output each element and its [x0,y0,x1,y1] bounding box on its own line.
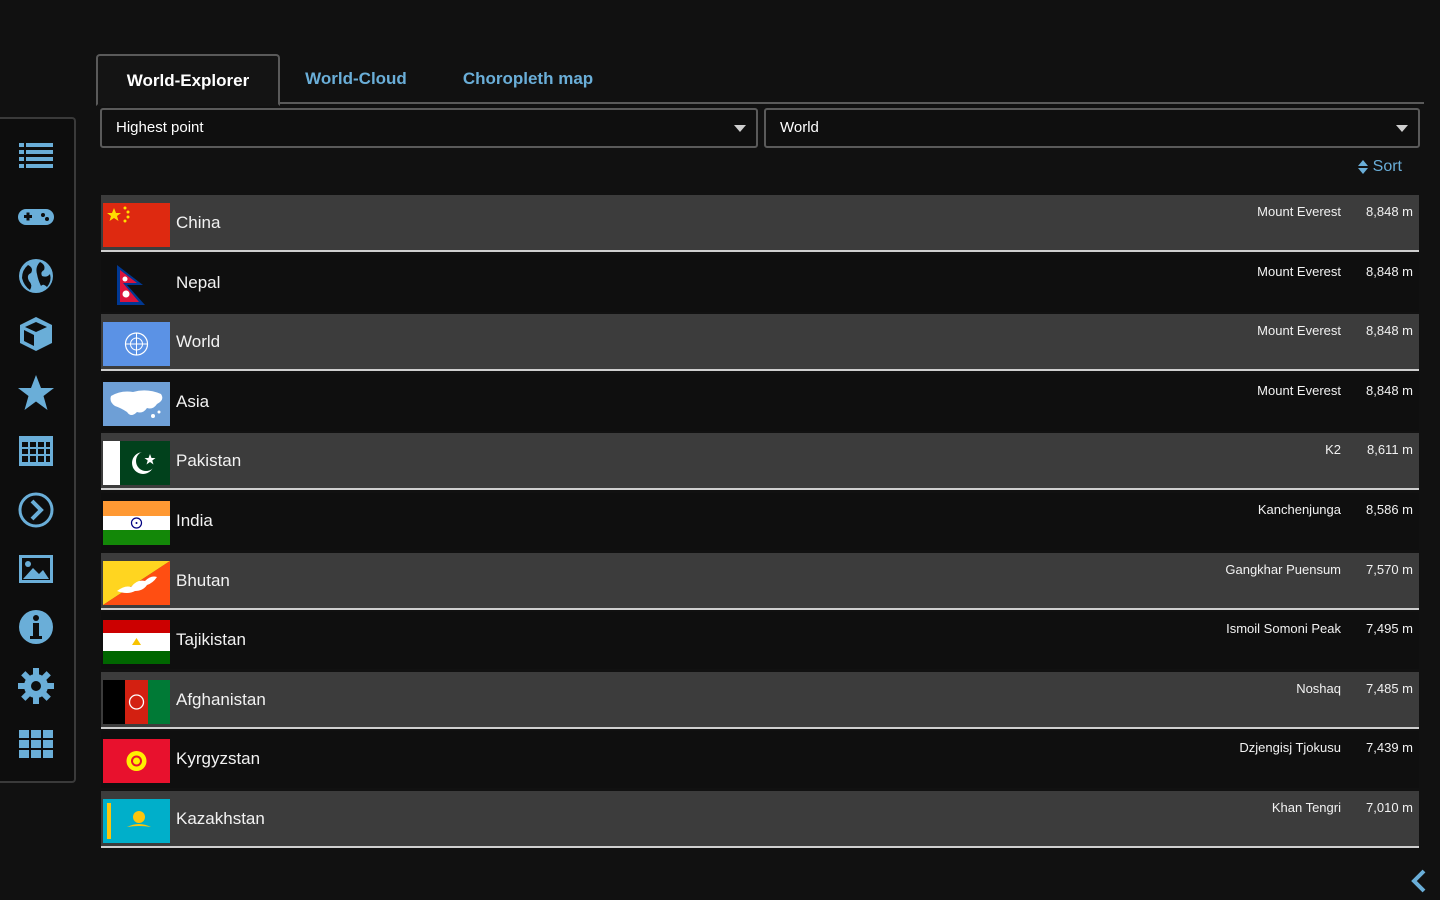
peak-name: Mount Everest [1257,382,1341,398]
sort-label: Sort [1372,158,1402,175]
bhutan-flag-icon [103,560,170,605]
peak-name: Gangkhar Puensum [1225,561,1341,577]
peak-height: 7,439 m [1366,740,1413,756]
list-item[interactable]: Nepal Mount Everest 8,848 m [101,254,1419,312]
sort-icon [1357,160,1368,174]
kyrgyzstan-flag-icon [103,739,170,784]
list-item[interactable]: India Kanchenjunga 8,586 m [101,492,1419,550]
tajikistan-flag-icon [103,620,170,665]
apps-grid-icon[interactable] [14,722,58,766]
afghanistan-flag-icon [103,679,170,724]
country-name: Nepal [176,272,221,292]
kazakhstan-flag-icon [103,798,170,843]
list-item[interactable]: China Mount Everest 8,848 m [101,195,1419,252]
list-item[interactable]: Kyrgyzstan Dzjengisj Tjokusu 7,439 m [101,731,1419,789]
sort-button[interactable]: Sort [1357,158,1402,176]
country-name: World [176,332,221,352]
peak-name: Mount Everest [1257,204,1341,219]
china-flag-icon [103,203,170,247]
peak-name: Kanchenjunga [1257,501,1341,517]
chevron-left-icon [1411,869,1426,893]
attribute-select[interactable]: Highest point [100,108,758,148]
list-item[interactable]: Pakistan K2 8,611 m [101,433,1419,491]
table-icon[interactable] [14,429,58,473]
country-name: India [176,510,213,530]
tab-choropleth-map[interactable]: Choropleth map [448,54,608,102]
country-name: Tajikistan [176,630,246,650]
region-select[interactable]: World [764,108,1420,148]
peak-name: Dzjengisj Tjokusu [1239,740,1341,756]
list-item[interactable]: Asia Mount Everest 8,848 m [101,373,1419,431]
list-item[interactable]: Afghanistan Noshaq 7,485 m [101,671,1419,729]
peak-height: 7,485 m [1366,680,1413,696]
peak-height: 8,848 m [1366,382,1413,398]
list-item[interactable]: Kazakhstan Khan Tengri 7,010 m [101,790,1419,848]
tab-world-explorer[interactable]: World-Explorer [96,54,280,106]
country-name: Bhutan [176,570,230,590]
india-flag-icon [103,500,170,545]
peak-height: 7,570 m [1366,561,1413,577]
asia-flag-icon [103,381,170,426]
peak-name: K2 [1325,442,1341,458]
peak-height: 7,495 m [1366,621,1413,637]
country-name: Pakistan [176,451,242,471]
peak-name: Khan Tengri [1271,799,1341,815]
info-icon[interactable] [14,605,58,649]
peak-height: 8,848 m [1366,204,1413,219]
region-select-value: World [780,119,819,136]
pakistan-flag-icon [103,441,170,486]
chevron-circle-icon[interactable] [14,488,58,532]
gamepad-icon[interactable] [14,195,58,239]
nepal-flag-icon [103,262,170,307]
peak-name: Mount Everest [1257,323,1341,339]
chevron-down-icon [734,125,746,132]
image-icon[interactable] [14,547,58,591]
chevron-down-icon [1396,125,1408,132]
country-name: Kyrgyzstan [176,749,261,769]
sidebar [0,117,76,783]
country-name: China [176,213,221,232]
peak-height: 8,611 m [1366,442,1413,458]
cube-icon[interactable] [14,312,58,356]
collapse-button[interactable] [1408,868,1430,894]
globe-icon[interactable] [14,254,58,298]
country-name: Asia [176,391,210,411]
tab-bar: World-Explorer World-Cloud Choropleth ma… [96,54,1424,106]
star-icon[interactable] [14,371,58,415]
world-flag-icon [103,322,170,367]
country-name: Kazakhstan [176,808,265,828]
peak-name: Noshaq [1296,680,1341,696]
list-item[interactable]: Bhutan Gangkhar Puensum 7,570 m [101,552,1419,610]
peak-name: Ismoil Somoni Peak [1226,621,1341,637]
peak-height: 8,586 m [1366,501,1413,517]
peak-height: 8,848 m [1366,323,1413,339]
country-list: China Mount Everest 8,848 m Nepal Mount … [101,195,1419,851]
list-icon[interactable] [14,135,58,179]
peak-name: Mount Everest [1257,263,1341,279]
peak-height: 8,848 m [1366,263,1413,279]
attribute-select-value: Highest point [116,119,204,136]
list-item[interactable]: Tajikistan Ismoil Somoni Peak 7,495 m [101,612,1419,670]
country-name: Afghanistan [176,689,266,709]
peak-height: 7,010 m [1366,799,1413,815]
tab-world-cloud[interactable]: World-Cloud [286,54,426,102]
gear-icon[interactable] [14,664,58,708]
list-item[interactable]: World Mount Everest 8,848 m [101,314,1419,372]
